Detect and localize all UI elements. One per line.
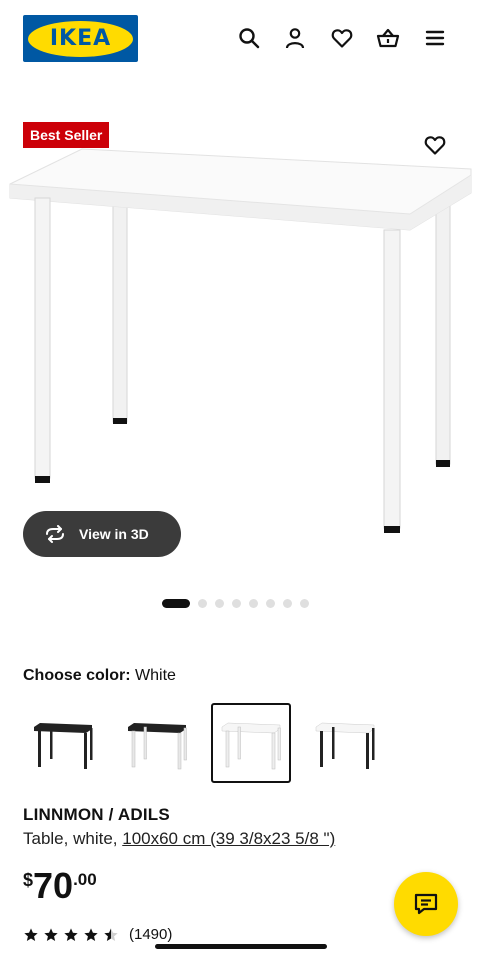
product-description: Table, white, 100x60 cm (39 3/8x23 5/8 "…	[23, 829, 335, 849]
chat-button[interactable]	[394, 872, 458, 936]
product-rating[interactable]: (1490)	[23, 926, 172, 943]
account-icon[interactable]	[281, 24, 309, 52]
product-dimensions-link[interactable]: 100x60 cm (39 3/8x23 5/8 ")	[122, 829, 335, 848]
carousel-dot[interactable]	[266, 599, 275, 608]
home-indicator	[155, 944, 327, 949]
carousel-dot-active[interactable]	[162, 599, 190, 608]
basket-icon[interactable]	[374, 24, 402, 52]
product-price: $ 70 .00	[23, 868, 97, 904]
chat-icon	[414, 893, 438, 915]
product-description-text: Table, white,	[23, 829, 123, 848]
swatch-white-black[interactable]	[305, 703, 385, 783]
view-in-3d-label: View in 3D	[79, 526, 149, 542]
rotate-3d-icon	[46, 525, 64, 543]
product-image[interactable]	[0, 140, 482, 550]
half-star-icon	[104, 927, 118, 941]
carousel-dot[interactable]	[283, 599, 292, 608]
heart-icon[interactable]	[328, 24, 356, 52]
best-seller-badge: Best Seller	[23, 122, 110, 148]
star-icon	[84, 927, 98, 941]
product-name: LINNMON / ADILS	[23, 805, 170, 824]
star-icon	[24, 927, 38, 941]
carousel-dot[interactable]	[198, 599, 207, 608]
carousel-dot[interactable]	[232, 599, 241, 608]
carousel-dot[interactable]	[215, 599, 224, 608]
carousel-indicator[interactable]	[162, 599, 309, 608]
ikea-logo[interactable]: IKEA	[23, 15, 138, 62]
swatch-white[interactable]	[211, 703, 291, 783]
price-currency: $	[23, 870, 34, 890]
star-icon	[44, 927, 58, 941]
swatch-black-brown[interactable]	[23, 703, 103, 783]
swatch-black-white[interactable]	[117, 703, 197, 783]
carousel-dot[interactable]	[249, 599, 258, 608]
menu-icon[interactable]	[421, 24, 449, 52]
logo-oval: IKEA	[28, 20, 133, 57]
color-value: White	[135, 667, 176, 684]
logo-text: IKEA	[49, 26, 112, 51]
color-label-prefix: Choose color:	[23, 667, 131, 684]
review-count[interactable]: (1490)	[129, 926, 172, 943]
search-icon[interactable]	[235, 24, 263, 52]
price-integer: 70	[33, 865, 74, 906]
star-icon	[64, 927, 78, 941]
product-favorite-icon[interactable]	[421, 131, 449, 159]
price-decimals: .00	[73, 870, 97, 889]
carousel-dot[interactable]	[300, 599, 309, 608]
view-in-3d-button[interactable]: View in 3D	[23, 511, 181, 557]
color-chooser-label: Choose color: White	[23, 667, 176, 685]
header: IKEA	[0, 0, 482, 80]
color-swatches	[23, 703, 385, 783]
